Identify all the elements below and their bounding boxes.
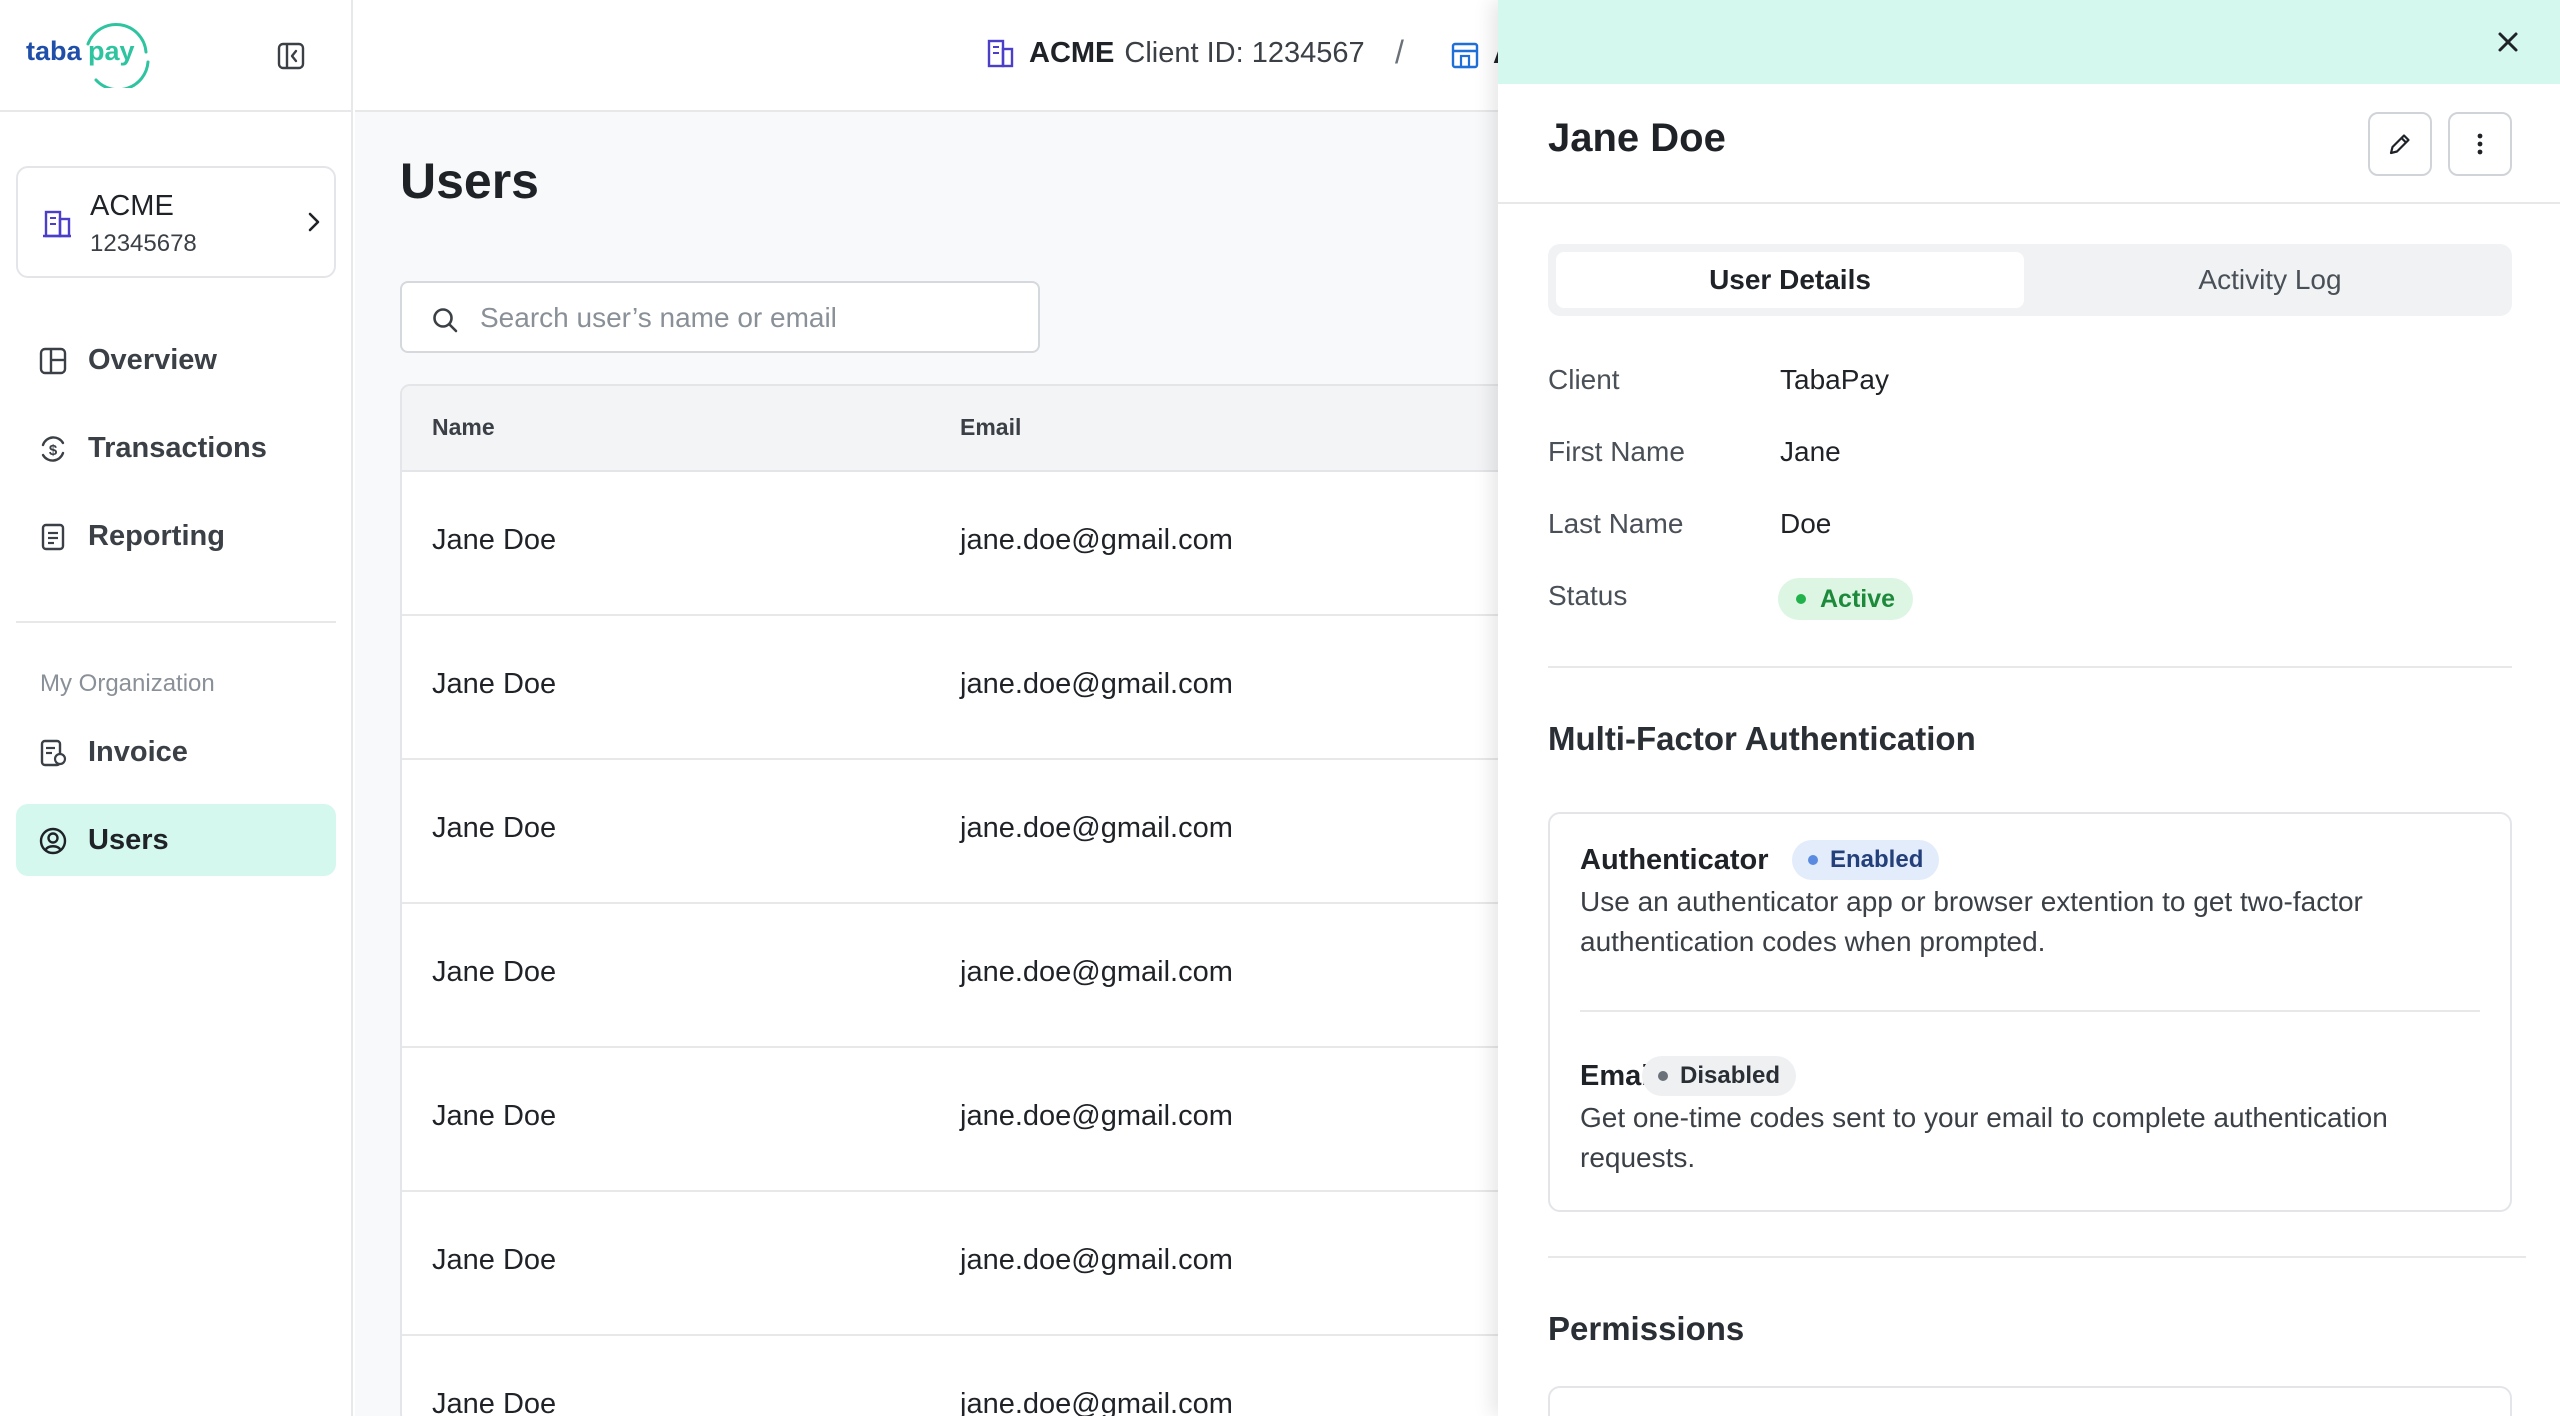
sidebar-item-transactions[interactable]: $ Transactions <box>16 412 336 484</box>
drawer-title: Jane Doe <box>1548 116 1726 160</box>
user-name: Jane Doe <box>432 1100 557 1132</box>
user-name: Jane Doe <box>432 668 557 700</box>
mfa-method-name: Authenticator <box>1580 844 1769 876</box>
user-email: jane.doe@gmail.com <box>960 1100 1233 1132</box>
mfa-method-description: Get one-time codes sent to your email to… <box>1580 1102 2388 1173</box>
more-options-button[interactable] <box>2448 112 2512 176</box>
sidebar-item-overview[interactable]: Overview <box>16 324 336 396</box>
column-header-name[interactable]: Name <box>432 414 495 441</box>
status-text: Active <box>1820 585 1896 613</box>
user-email: jane.doe@gmail.com <box>960 956 1233 988</box>
field-label-client: Client <box>1548 364 1620 395</box>
layout-icon <box>39 347 67 375</box>
search-icon <box>433 308 458 333</box>
pencil-icon <box>2389 134 2410 155</box>
svg-text:pay: pay <box>88 36 135 66</box>
drawer-header: Jane Doe <box>1498 84 2560 204</box>
sidebar-item-label: Reporting <box>88 520 225 552</box>
org-switcher[interactable]: ACME 12345678 <box>16 166 336 278</box>
user-email: jane.doe@gmail.com <box>960 668 1233 700</box>
sidebar-item-label: Invoice <box>88 736 188 768</box>
sidebar-divider <box>16 621 336 623</box>
divider <box>1580 1010 2480 1012</box>
store-icon <box>1451 42 1479 68</box>
breadcrumb-separator: / <box>1395 34 1404 70</box>
mfa-badge-enabled: Enabled <box>1792 840 1940 880</box>
drawer-tabs: User Details Activity Log <box>1548 244 2512 316</box>
field-label-last-name: Last Name <box>1548 508 1684 539</box>
badge-dot <box>1808 855 1818 865</box>
field-label-status: Status <box>1548 580 1628 611</box>
svg-text:taba: taba <box>26 36 83 66</box>
field-value-last-name: Doe <box>1780 508 1832 539</box>
permissions-table <box>1548 1386 2512 1416</box>
field-value-client: TabaPay <box>1780 364 1889 395</box>
sidebar: taba pay ACME 12345678 Overview $ Transa… <box>0 0 353 1416</box>
edit-button[interactable] <box>2368 112 2432 176</box>
user-name: Jane Doe <box>432 812 557 844</box>
user-name: Jane Doe <box>432 1388 557 1416</box>
building-icon <box>987 39 1014 68</box>
user-name: Jane Doe <box>432 1244 557 1276</box>
user-email: jane.doe@gmail.com <box>960 1244 1233 1276</box>
user-name: Jane Doe <box>432 956 557 988</box>
divider <box>1548 1256 2526 1258</box>
divider <box>1548 666 2512 668</box>
svg-text:$: $ <box>49 442 58 459</box>
document-icon <box>41 523 65 551</box>
user-email: jane.doe@gmail.com <box>960 524 1233 556</box>
page-title: Users <box>400 153 539 209</box>
sidebar-item-users[interactable]: Users <box>16 804 336 876</box>
breadcrumb-client[interactable]: ACME Client ID: 1234567 <box>983 36 1365 70</box>
sidebar-item-reporting[interactable]: Reporting <box>16 500 336 572</box>
badge-dot <box>1658 1071 1668 1081</box>
org-name: ACME <box>90 190 174 222</box>
org-id: 12345678 <box>90 230 197 257</box>
search-input[interactable] <box>480 297 1020 339</box>
mfa-section-title: Multi-Factor Authentication <box>1548 720 1976 757</box>
building-icon <box>43 210 71 238</box>
user-email: jane.doe@gmail.com <box>960 1388 1233 1416</box>
chevron-right-icon <box>308 212 320 232</box>
sidebar-item-label: Transactions <box>88 432 267 464</box>
collapse-sidebar-icon[interactable] <box>275 40 307 72</box>
section-label: My Organization <box>40 670 215 697</box>
column-header-email[interactable]: Email <box>960 414 1021 441</box>
badge-text: Disabled <box>1680 1062 1781 1089</box>
invoice-icon <box>40 739 67 767</box>
breadcrumb-client-id: Client ID: 1234567 <box>1124 36 1365 69</box>
search-field[interactable] <box>400 281 1040 353</box>
badge-text: Enabled <box>1830 846 1924 873</box>
mfa-method-description: Use an authenticator app or browser exte… <box>1580 886 2363 957</box>
logo-row: taba pay <box>0 0 351 112</box>
sidebar-item-label: Overview <box>88 344 217 376</box>
drawer-top-bar <box>1498 0 2560 84</box>
tabapay-logo: taba pay <box>26 23 150 88</box>
status-badge: Active <box>1778 578 1914 620</box>
permissions-section-title: Permissions <box>1548 1310 1745 1347</box>
mfa-card: Authenticator Enabled Use an authenticat… <box>1548 812 2512 1212</box>
tab-user-details[interactable]: User Details <box>1556 252 2024 308</box>
sidebar-item-invoice[interactable]: Invoice <box>16 716 336 788</box>
user-circle-icon <box>39 827 67 855</box>
dollar-refresh-icon: $ <box>41 436 65 462</box>
user-name: Jane Doe <box>432 524 557 556</box>
tab-activity-log[interactable]: Activity Log <box>2036 252 2504 308</box>
sidebar-item-label: Users <box>88 824 169 856</box>
user-email: jane.doe@gmail.com <box>960 812 1233 844</box>
mfa-badge-disabled: Disabled <box>1642 1056 1797 1096</box>
more-vertical-icon <box>2477 133 2483 155</box>
field-label-first-name: First Name <box>1548 436 1685 467</box>
field-value-first-name: Jane <box>1780 436 1841 467</box>
status-dot <box>1796 594 1806 604</box>
close-icon[interactable] <box>2490 24 2526 60</box>
breadcrumb-client-name: ACME <box>1029 36 1115 69</box>
user-details-drawer: Jane Doe User Details Activity Log Clien… <box>1498 0 2560 1416</box>
